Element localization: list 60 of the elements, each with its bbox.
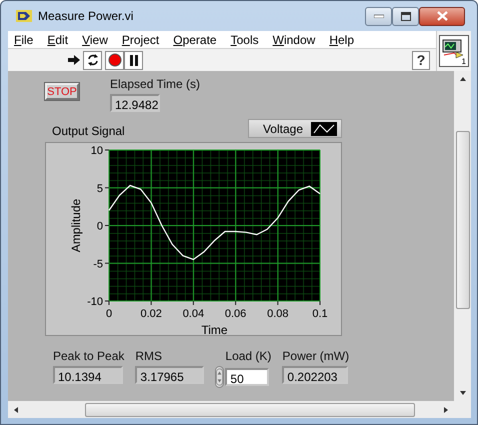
tick-label: 5 — [96, 182, 103, 195]
minimize-icon — [374, 14, 384, 18]
tick-label: 0.02 — [140, 308, 162, 320]
maximize-button[interactable] — [392, 6, 419, 26]
down-arrow-icon — [460, 390, 466, 396]
help-button[interactable]: ? — [412, 50, 430, 70]
cycle-arrows-icon — [86, 53, 100, 67]
window-title: Measure Power.vi — [38, 9, 134, 23]
numeric-input[interactable]: 50 — [225, 368, 270, 386]
tick-label: 0 — [96, 220, 103, 232]
tick-label: -5 — [93, 258, 103, 270]
numeric-indicator: 12.9482 — [110, 94, 160, 112]
readout-label: Peak to Peak — [53, 349, 124, 363]
close-button[interactable] — [419, 6, 465, 26]
tick-label: 0.1 — [312, 308, 328, 320]
axis-label: Time — [201, 323, 228, 336]
minimize-button[interactable] — [365, 6, 392, 26]
abort-button[interactable] — [105, 50, 124, 70]
tick-label: 0 — [106, 308, 112, 320]
menu-item[interactable]: Window — [272, 32, 316, 46]
menu-item[interactable]: Tools — [230, 32, 259, 46]
tick-label: 0.08 — [267, 308, 288, 320]
vi-icon — [442, 39, 464, 59]
stop-circle-icon — [108, 53, 122, 67]
menu-item[interactable]: Help — [329, 32, 354, 46]
line-sample-icon — [311, 122, 337, 136]
graph-label: Output Signal — [52, 124, 125, 138]
maximize-icon — [400, 12, 410, 20]
up-arrow-icon — [460, 76, 466, 82]
close-icon — [436, 11, 448, 21]
readout-label: Elapsed Time (s) — [110, 77, 200, 91]
readout-label: Power (mW) — [282, 349, 350, 363]
run-continuously-button[interactable] — [83, 50, 102, 70]
left-arrow-icon — [13, 406, 19, 412]
pause-icon — [128, 54, 138, 66]
menu-item[interactable]: View — [82, 32, 108, 46]
tick-label: 0.06 — [224, 308, 246, 320]
pause-button[interactable] — [124, 50, 143, 70]
readout-label: RMS — [135, 349, 164, 363]
right-arrow-icon — [443, 406, 449, 412]
scroll-thumb[interactable] — [456, 131, 470, 309]
axis-label: Amplitude — [69, 198, 83, 252]
legend-label: Voltage — [262, 122, 303, 136]
app-icon — [16, 9, 32, 23]
menu-item[interactable]: File — [14, 32, 34, 46]
plot-legend[interactable]: Voltage — [248, 119, 342, 138]
menu-item[interactable]: Project — [122, 32, 160, 46]
tick-label: 0.04 — [182, 308, 204, 320]
readout-label: Load (K) — [225, 349, 272, 363]
scroll-thumb[interactable] — [85, 402, 415, 416]
tick-label: -10 — [87, 296, 103, 308]
tick-label: 10 — [90, 145, 103, 157]
arrow-icon — [66, 54, 80, 66]
connector-label: 1 — [462, 57, 466, 66]
spinner-arrows[interactable] — [215, 366, 224, 388]
menu-item[interactable]: Edit — [47, 32, 68, 46]
numeric-indicator: 0.202203 — [282, 366, 348, 384]
menu-item[interactable]: Operate — [173, 32, 217, 46]
numeric-indicator: 3.17965 — [135, 366, 204, 384]
numeric-indicator: 10.1394 — [53, 366, 123, 384]
